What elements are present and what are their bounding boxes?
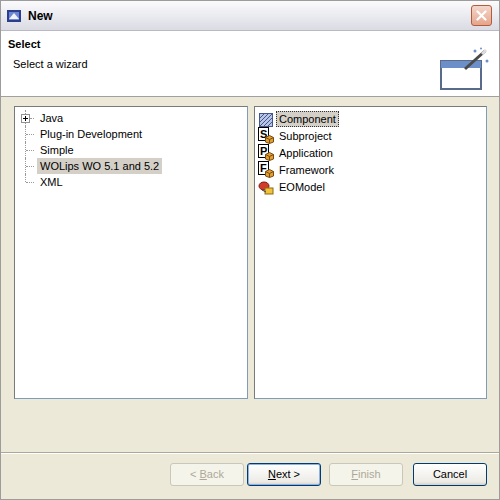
tree-item[interactable]: Plug-in Development — [17, 126, 245, 142]
next-button[interactable]: Next > — [247, 463, 321, 486]
close-icon — [476, 10, 487, 21]
wizard-item-label: Component — [276, 111, 339, 127]
title-bar[interactable]: New — [1, 1, 499, 31]
tree-item[interactable]: Simple — [17, 142, 245, 158]
wizard-item-label: Subproject — [276, 128, 335, 144]
wizard-item[interactable]: EOModel — [257, 178, 484, 195]
wizard-list[interactable]: ComponentSSubprojectPApplicationFFramewo… — [254, 106, 487, 399]
component-icon — [258, 112, 274, 128]
wizard-banner-icon — [439, 47, 491, 91]
tree-item-label: WOLips WO 5.1 and 5.2 — [37, 158, 162, 174]
wizard-item-label: Application — [276, 145, 336, 161]
close-button[interactable] — [471, 5, 492, 26]
button-label: Finish — [351, 468, 380, 480]
tree-item[interactable]: Java — [17, 110, 245, 126]
wizard-item-label: EOModel — [276, 179, 328, 195]
window-title: New — [28, 7, 53, 25]
expand-toggle[interactable] — [21, 114, 30, 123]
header-title: Select — [8, 37, 439, 51]
header-subtitle: Select a wizard — [13, 57, 439, 71]
button-label: Next > — [268, 468, 300, 480]
button-bar: < Back Next > Finish Cancel — [1, 454, 499, 499]
package-icon — [265, 152, 274, 161]
tree-item-label: XML — [37, 174, 66, 190]
button-label: Cancel — [433, 468, 467, 480]
wizard-item[interactable]: Component — [257, 110, 484, 127]
eomodel-icon — [258, 180, 274, 196]
package-icon — [265, 169, 274, 178]
wizard-header: Select Select a wizard — [1, 31, 499, 97]
tree-item-label: Java — [37, 110, 66, 126]
tree-item[interactable]: XML — [17, 174, 245, 190]
finish-button: Finish — [329, 463, 403, 486]
eclipse-icon — [6, 8, 22, 24]
category-tree[interactable]: JavaPlug-in DevelopmentSimpleWOLips WO 5… — [14, 106, 248, 399]
tree-item[interactable]: WOLips WO 5.1 and 5.2 — [17, 158, 245, 174]
new-dialog: New Select Select a wizard JavaPlug-in Deve… — [0, 0, 500, 500]
separator — [1, 452, 499, 454]
package-icon — [265, 135, 274, 144]
wizard-item[interactable]: SSubproject — [257, 127, 484, 144]
wizard-item[interactable]: FFramework — [257, 161, 484, 178]
tree-item-label: Plug-in Development — [37, 126, 145, 142]
back-button: < Back — [170, 463, 244, 486]
button-label: < Back — [190, 468, 224, 480]
cancel-button[interactable]: Cancel — [413, 463, 487, 486]
wizard-item[interactable]: PApplication — [257, 144, 484, 161]
wizard-item-label: Framework — [276, 162, 337, 178]
tree-item-label: Simple — [37, 142, 77, 158]
